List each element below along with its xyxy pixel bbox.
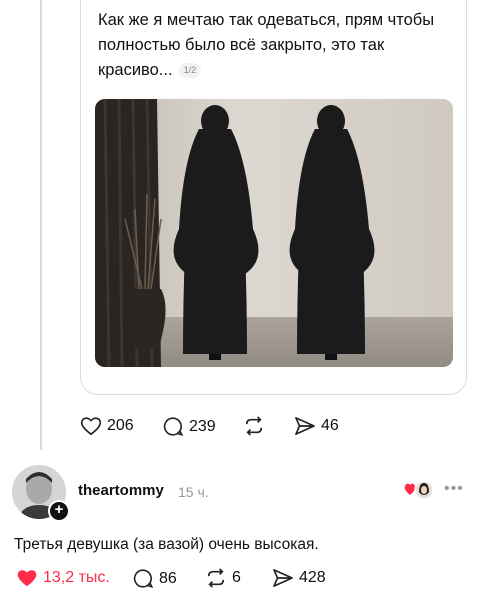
repost-icon <box>245 416 263 436</box>
reply-like-action[interactable]: 13,2 тыс. <box>16 568 110 588</box>
quoted-post-caption: Как же я мечтаю так одеваться, прям чтоб… <box>98 11 435 79</box>
reply-like-count: 13,2 тыс. <box>43 569 110 586</box>
like-action[interactable]: 206 <box>80 416 134 436</box>
send-icon <box>295 417 315 435</box>
quoted-post-text: Как же я мечтаю так одеваться, прям чтоб… <box>98 8 458 83</box>
comment-bubble-icon <box>133 569 154 589</box>
share-count: 46 <box>321 417 339 434</box>
send-icon <box>273 569 293 587</box>
post-image[interactable] <box>95 99 453 367</box>
share-action[interactable]: 46 <box>294 416 339 436</box>
follow-plus-icon[interactable]: + <box>48 500 70 522</box>
comment-count: 239 <box>189 417 216 435</box>
username[interactable]: theartommy <box>78 482 164 499</box>
thread-line <box>40 0 42 450</box>
robes-photo <box>95 99 453 367</box>
reply-share-action[interactable]: 428 <box>272 568 326 588</box>
author-liked-indicator <box>404 480 434 502</box>
heart-avatar-icon <box>404 480 434 500</box>
reply-comment-action[interactable]: 86 <box>132 568 177 589</box>
page-indicator: 1/2 <box>178 63 202 79</box>
reply-repost-count: 6 <box>232 569 241 586</box>
reply-repost-action[interactable]: 6 <box>205 568 241 588</box>
heart-filled-icon <box>17 570 37 587</box>
heart-icon <box>80 417 102 436</box>
reply-share-count: 428 <box>299 569 326 586</box>
like-count: 206 <box>107 417 134 434</box>
repost-action[interactable] <box>243 416 270 436</box>
reply-text: Третья девушка (за вазой) очень высокая. <box>14 536 319 553</box>
more-options-icon[interactable]: ••• <box>444 480 464 498</box>
comment-bubble-icon <box>163 417 184 437</box>
timestamp: 15 ч. <box>178 484 209 500</box>
reply-comment-count: 86 <box>159 569 177 587</box>
comment-action[interactable]: 239 <box>162 416 216 437</box>
repost-icon <box>207 568 225 588</box>
